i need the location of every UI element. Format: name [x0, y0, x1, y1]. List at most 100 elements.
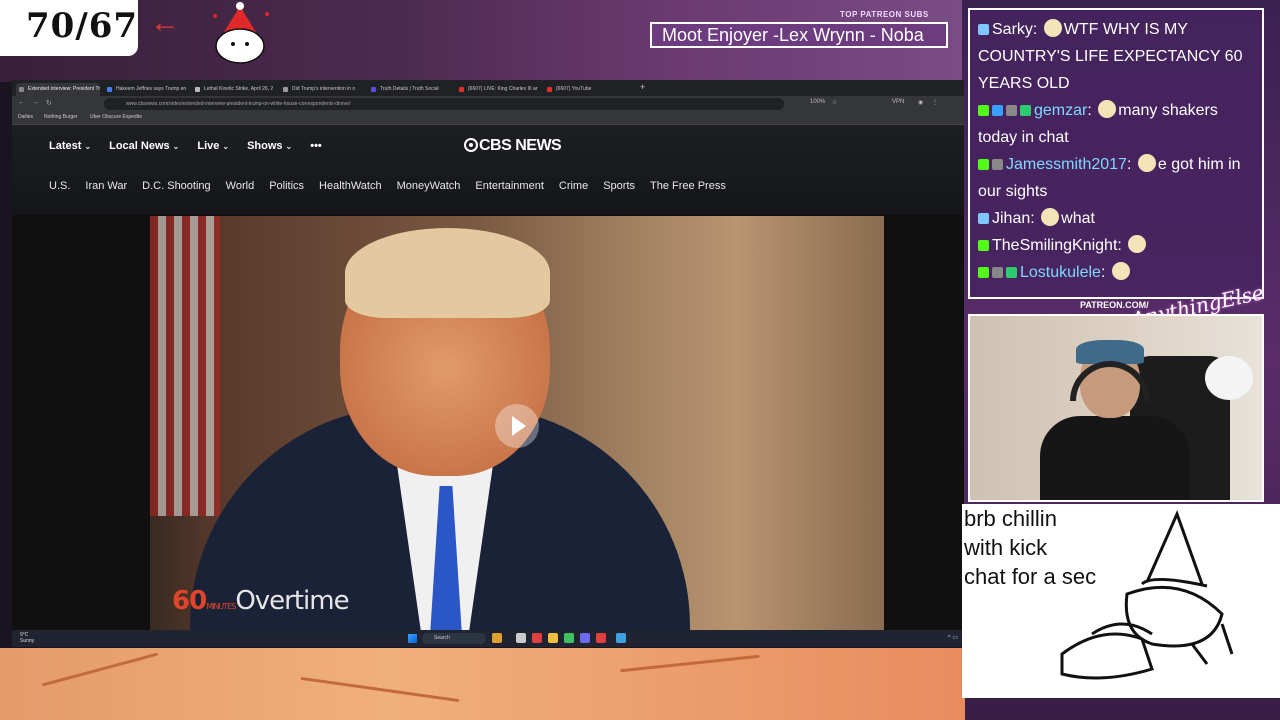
- chat-message: Lostukulele:: [978, 259, 1254, 286]
- system-tray[interactable]: ^ ▭: [948, 634, 958, 641]
- tab-favicon-icon: [371, 87, 376, 92]
- taskbar-app-icon[interactable]: [616, 633, 626, 643]
- taskbar-app-icon[interactable]: [532, 633, 542, 643]
- zoom-indicator[interactable]: 100%: [810, 99, 825, 105]
- section-link[interactable]: Entertainment: [475, 180, 543, 192]
- chat-message: gemzar: many shakers today in chat: [978, 97, 1254, 151]
- forward-icon[interactable]: →: [32, 99, 39, 106]
- chat-separator: :: [1087, 102, 1097, 119]
- section-link[interactable]: Iran War: [85, 180, 127, 192]
- tab-title: (6607) LIVE: King Charles III ar: [468, 86, 538, 92]
- plush-toy: [1205, 356, 1253, 400]
- sleeping-mascot-drawing: [1060, 509, 1234, 680]
- video-watermark: 60MINUTESOvertime: [172, 586, 350, 616]
- vpn-button[interactable]: VPN: [892, 99, 904, 105]
- folder-icon[interactable]: [548, 633, 558, 643]
- chat-badge-icon: [978, 213, 989, 224]
- chat-username[interactable]: TheSmilingKnight: [992, 237, 1117, 254]
- section-link[interactable]: Politics: [269, 180, 304, 192]
- chat-username[interactable]: Sarky: [992, 21, 1033, 38]
- address-bar: ← → ↻ www.cbsnews.com/video/extended-int…: [12, 96, 964, 112]
- section-link[interactable]: MoneyWatch: [397, 180, 461, 192]
- section-link[interactable]: U.S.: [49, 180, 70, 192]
- video-player[interactable]: 60MINUTESOvertime: [150, 216, 884, 630]
- chat-emote-icon: [1041, 208, 1060, 226]
- chat-badge-icon: [992, 159, 1003, 170]
- chat-text: what: [1061, 210, 1095, 227]
- bookmark-item[interactable]: Uber Obscure Expedite: [90, 114, 142, 120]
- tab-title: Did Trump's intervention in o: [292, 86, 356, 92]
- section-link[interactable]: D.C. Shooting: [142, 180, 210, 192]
- browser-tab[interactable]: Hakeem Jeffries says Trump en: [104, 83, 188, 96]
- chat-badge-icon: [978, 105, 989, 116]
- play-icon[interactable]: [495, 404, 539, 448]
- chat-badge-icon: [1020, 105, 1031, 116]
- chat-message: TheSmilingKnight:: [978, 232, 1254, 259]
- tab-title: Truth Details | Truth Social: [380, 86, 439, 92]
- section-link[interactable]: HealthWatch: [319, 180, 382, 192]
- tab-favicon-icon: [547, 87, 552, 92]
- weather-widget[interactable]: 9°C Sunny: [20, 632, 34, 644]
- browser-tab[interactable]: (6607) LIVE: King Charles III ar: [456, 83, 540, 96]
- tab-strip: + Extended interview: President Tr Hakeem…: [12, 80, 964, 96]
- browser-tab[interactable]: (6607) YouTube: [544, 83, 628, 96]
- url-field[interactable]: www.cbsnews.com/video/extended-interview…: [104, 98, 784, 110]
- chrome-icon[interactable]: [596, 633, 606, 643]
- chat-badge-icon: [978, 267, 989, 278]
- chat-separator: :: [1032, 21, 1042, 38]
- tab-favicon-icon: [459, 87, 464, 92]
- chat-emote-icon: [1111, 262, 1130, 280]
- tab-favicon-icon: [107, 87, 112, 92]
- bookmark-item[interactable]: Dailies: [18, 114, 33, 120]
- goal-counter: 70/67: [0, 0, 138, 56]
- patreon-ticker: Moot Enjoyer -Lex Wrynn - Noba: [650, 22, 948, 48]
- section-link[interactable]: Crime: [559, 180, 588, 192]
- more-menu-button[interactable]: •••: [310, 140, 322, 152]
- section-link[interactable]: Sports: [603, 180, 635, 192]
- back-icon[interactable]: ←: [18, 99, 25, 106]
- browser-tab[interactable]: Truth Details | Truth Social: [368, 83, 452, 96]
- browser-tab[interactable]: Did Trump's intervention in o: [280, 83, 364, 96]
- browser-tab[interactable]: Lethal Kinetic Strike, April 26, 2: [192, 83, 276, 96]
- tab-title: Extended interview: President Tr: [28, 86, 100, 92]
- bookmarks-bar: Dailies Nothing Burger Uber Obscure Expe…: [12, 112, 964, 125]
- reload-icon[interactable]: ↻: [46, 99, 52, 107]
- chat-badge-icon: [978, 159, 989, 170]
- brb-panel: brb chillin with kick chat for a sec: [962, 504, 1280, 698]
- taskbar-app-icon[interactable]: [516, 633, 526, 643]
- nav-live[interactable]: Live ⌄: [197, 140, 229, 152]
- discord-icon[interactable]: [580, 633, 590, 643]
- bookmark-star-icon[interactable]: ☆: [832, 99, 837, 106]
- menu-icon[interactable]: ⋮: [932, 99, 938, 106]
- nav-local-news[interactable]: Local News ⌄: [109, 140, 179, 152]
- chat-username[interactable]: Jihan: [992, 210, 1030, 227]
- browser-tab[interactable]: Extended interview: President Tr: [16, 83, 100, 96]
- bookmark-item[interactable]: Nothing Burger: [44, 114, 78, 120]
- extensions-icon[interactable]: ◉: [918, 99, 923, 106]
- browser-window: + Extended interview: President Tr Hakeem…: [12, 80, 964, 647]
- tab-title: Lethal Kinetic Strike, April 26, 2: [204, 86, 274, 92]
- chat-emote-icon: [1043, 19, 1062, 37]
- tab-favicon-icon: [283, 87, 288, 92]
- chat-username[interactable]: gemzar: [1034, 102, 1087, 119]
- chat-emote-icon: [1137, 154, 1156, 172]
- chevron-down-icon: ⌄: [285, 142, 293, 151]
- chat-username[interactable]: Jamessmith2017: [1006, 156, 1127, 173]
- windows-taskbar: 9°C Sunny Search ^ ▭: [12, 630, 964, 647]
- nav-latest[interactable]: Latest ⌄: [49, 140, 91, 152]
- section-link[interactable]: World: [226, 180, 255, 192]
- nav-shows[interactable]: Shows ⌄: [247, 140, 292, 152]
- chat-username[interactable]: Lostukulele: [1020, 264, 1101, 281]
- chat-separator: :: [1117, 237, 1127, 254]
- mascot-icon: [213, 2, 269, 64]
- chevron-down-icon: ⌄: [84, 142, 92, 151]
- cbs-news-logo[interactable]: CBS NEWS: [464, 137, 562, 155]
- windows-start-icon[interactable]: [408, 634, 417, 643]
- new-tab-button[interactable]: +: [640, 82, 645, 92]
- taskbar-app-icon[interactable]: [492, 633, 502, 643]
- chat-message: Jihan: what: [978, 205, 1254, 232]
- section-link[interactable]: The Free Press: [650, 180, 726, 192]
- taskbar-search[interactable]: Search: [422, 633, 486, 644]
- chat-badge-icon: [992, 105, 1003, 116]
- taskbar-app-icon[interactable]: [564, 633, 574, 643]
